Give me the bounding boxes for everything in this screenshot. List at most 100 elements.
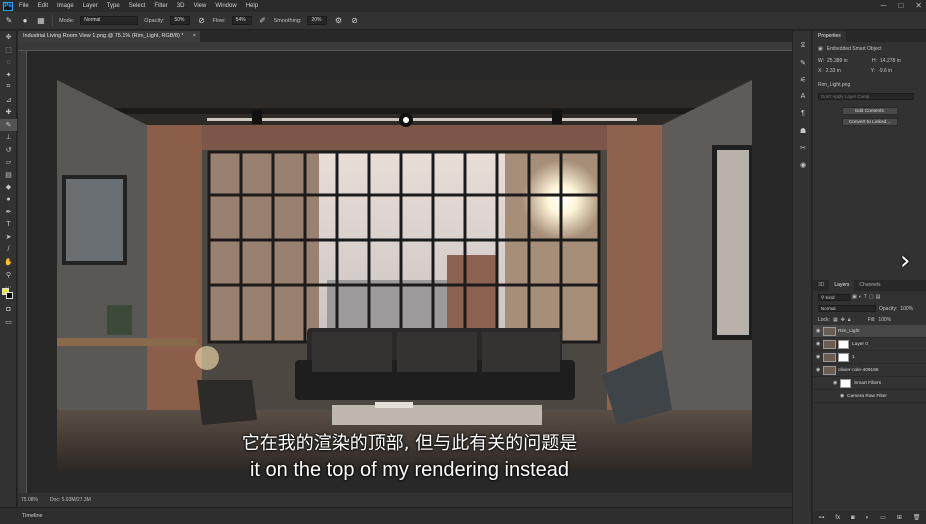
- eyedropper-tool-icon[interactable]: ⊿: [0, 94, 17, 107]
- menu-window[interactable]: Window: [215, 3, 236, 9]
- pressure-size-icon[interactable]: ⊘: [349, 16, 359, 26]
- gear-icon[interactable]: ⚙: [333, 16, 343, 26]
- dodge-tool-icon[interactable]: ●: [0, 194, 17, 207]
- eye-icon[interactable]: ◉: [816, 354, 823, 360]
- next-arrow-icon[interactable]: ›: [900, 246, 910, 276]
- close-icon[interactable]: ✕: [915, 1, 922, 10]
- new-layer-icon[interactable]: ⊞: [897, 514, 902, 521]
- lock-all-icon[interactable]: 🔒︎: [848, 317, 851, 323]
- blend-mode-select[interactable]: Normal: [818, 305, 876, 312]
- new-group-icon[interactable]: ▭: [880, 514, 886, 521]
- layer-comp-select[interactable]: Don't Apply Layer Comp: [818, 92, 914, 100]
- zoom-tool-icon[interactable]: ⚲: [0, 269, 17, 282]
- hand-tool-icon[interactable]: ✋: [0, 256, 17, 269]
- screen-mode-icon[interactable]: ▭: [0, 316, 17, 329]
- fill-value[interactable]: 100%: [878, 317, 891, 323]
- healing-brush-tool-icon[interactable]: ✚: [0, 106, 17, 119]
- flow-field[interactable]: 54%: [231, 16, 252, 25]
- layer-row-1[interactable]: ◉ 1: [813, 351, 926, 364]
- quick-select-tool-icon[interactable]: ✦: [0, 69, 17, 82]
- minimize-icon[interactable]: ─: [881, 1, 887, 10]
- quick-mask-icon[interactable]: ◘: [0, 303, 17, 316]
- eye-icon[interactable]: ◉: [816, 367, 823, 373]
- path-selection-tool-icon[interactable]: ➤: [0, 231, 17, 244]
- tools-settings-icon[interactable]: ✂: [793, 139, 813, 156]
- menu-3d[interactable]: 3D: [177, 3, 185, 9]
- tab-layers[interactable]: Layers: [829, 280, 855, 291]
- camera-raw-filter-row[interactable]: ◉ Camera Raw Filter: [813, 390, 926, 403]
- brush-settings-icon[interactable]: ▦: [36, 16, 46, 26]
- menu-file[interactable]: File: [19, 3, 29, 9]
- document-info[interactable]: Doc: 5.93M/27.3M: [50, 497, 91, 503]
- tab-properties[interactable]: Properties: [813, 31, 846, 42]
- eraser-tool-icon[interactable]: ▱: [0, 156, 17, 169]
- history-icon[interactable]: ⧖: [793, 37, 813, 54]
- canvas-area[interactable]: 它在我的渲染的顶部, 但与此有关的问题是 it on the top of my…: [27, 51, 792, 493]
- trash-icon[interactable]: 🗑︎: [913, 514, 921, 521]
- x-value[interactable]: 2.33 in: [826, 68, 868, 74]
- maximize-icon[interactable]: □: [898, 1, 903, 10]
- tab-channels[interactable]: Channels: [854, 280, 885, 291]
- menu-edit[interactable]: Edit: [38, 3, 48, 9]
- layer-row-layer-0[interactable]: ◉ Layer 0: [813, 338, 926, 351]
- filter-type-icon[interactable]: T: [864, 294, 867, 300]
- shape-tool-icon[interactable]: /: [0, 244, 17, 257]
- layer-row-olivier-cole[interactable]: ◉ olivier-cole-409166: [813, 364, 926, 377]
- pen-tool-icon[interactable]: ✒: [0, 206, 17, 219]
- filter-adjustment-icon[interactable]: ◐: [859, 294, 862, 300]
- 3d-icon[interactable]: ◉: [793, 156, 813, 173]
- brush-tool-icon[interactable]: ✎: [0, 118, 17, 131]
- fx-icon[interactable]: fx: [835, 515, 840, 521]
- marquee-tool-icon[interactable]: ⬚: [0, 44, 17, 57]
- filter-smart-icon[interactable]: ▤: [876, 294, 881, 300]
- menu-type[interactable]: Type: [107, 3, 120, 9]
- opacity-field[interactable]: 50%: [170, 16, 191, 25]
- gradient-tool-icon[interactable]: ▤: [0, 169, 17, 182]
- clone-stamp-tool-icon[interactable]: ⊥: [0, 131, 17, 144]
- users-icon[interactable]: ☗: [793, 122, 813, 139]
- filter-shape-icon[interactable]: ▢: [869, 294, 874, 300]
- layer-opacity-value[interactable]: 100%: [900, 306, 913, 312]
- add-mask-icon[interactable]: ◙: [851, 515, 855, 521]
- smart-filters-row[interactable]: ◉ Smart Filters: [813, 377, 926, 390]
- blur-tool-icon[interactable]: ◆: [0, 181, 17, 194]
- layer-mask-thumbnail[interactable]: [838, 339, 849, 349]
- background-color-swatch[interactable]: [6, 292, 13, 299]
- eye-icon[interactable]: ◉: [840, 393, 847, 399]
- menu-filter[interactable]: Filter: [154, 3, 167, 9]
- layer-mask-thumbnail[interactable]: [838, 352, 849, 362]
- layer-row-rim-light[interactable]: ◉ Rim_Light: [813, 325, 926, 338]
- brush-tool-icon[interactable]: ✎: [4, 16, 14, 26]
- convert-to-linked-button[interactable]: Convert to Linked...: [841, 118, 898, 126]
- history-brush-tool-icon[interactable]: ↺: [0, 144, 17, 157]
- paragraph-panel-icon[interactable]: ¶: [793, 105, 813, 122]
- adjustment-layer-icon[interactable]: ◐: [866, 515, 870, 521]
- height-value[interactable]: 14.278 in: [880, 58, 901, 64]
- brush-panel-icon[interactable]: ✎: [793, 54, 813, 71]
- eye-icon[interactable]: ◉: [816, 341, 823, 347]
- menu-layer[interactable]: Layer: [83, 3, 98, 9]
- link-layers-icon[interactable]: ⊶: [818, 514, 824, 521]
- width-value[interactable]: 25.389 in: [827, 58, 869, 64]
- lock-position-icon[interactable]: ✥: [841, 317, 845, 323]
- crop-tool-icon[interactable]: ⌗: [0, 81, 17, 94]
- mode-select[interactable]: Normal: [80, 16, 139, 25]
- filter-mask-thumbnail[interactable]: [840, 378, 851, 388]
- kind-filter-select[interactable]: ⚲ Kind: [818, 293, 850, 301]
- brush-preset-icon[interactable]: ●: [20, 16, 30, 26]
- edit-contents-button[interactable]: Edit Contents: [841, 107, 898, 115]
- airbrush-icon[interactable]: ✐: [258, 16, 268, 26]
- filter-pixel-icon[interactable]: ▣: [852, 294, 857, 300]
- eye-icon[interactable]: ◉: [833, 380, 840, 386]
- smoothing-field[interactable]: 20%: [307, 16, 328, 25]
- pressure-opacity-icon[interactable]: ⊘: [196, 16, 206, 26]
- zoom-level[interactable]: 75.08%: [21, 497, 38, 503]
- menu-help[interactable]: Help: [246, 3, 258, 9]
- move-tool-icon[interactable]: ✥: [0, 31, 17, 44]
- y-value[interactable]: -9.6 in: [878, 68, 892, 74]
- close-tab-icon[interactable]: ×: [193, 31, 196, 42]
- menu-image[interactable]: Image: [57, 3, 74, 9]
- tab-3d[interactable]: 3D: [813, 280, 829, 291]
- menu-view[interactable]: View: [193, 3, 206, 9]
- character-panel-icon[interactable]: A: [793, 88, 813, 105]
